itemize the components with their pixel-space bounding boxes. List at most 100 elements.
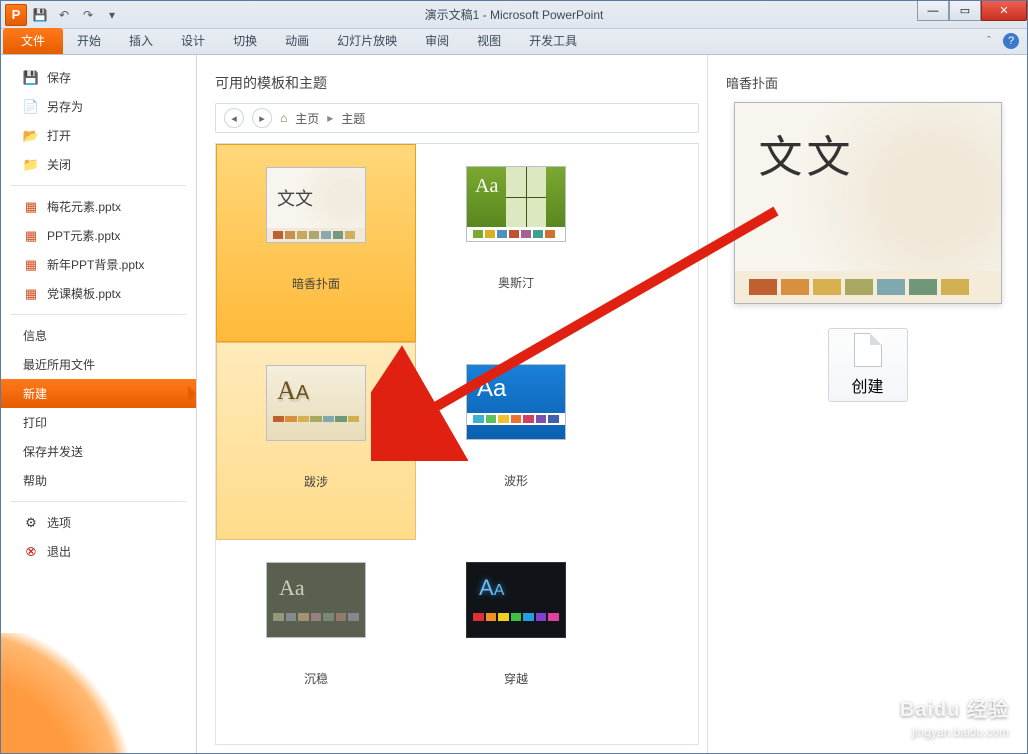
help-icon[interactable]: ? xyxy=(1003,33,1019,49)
watermark-url: jingyan.baidu.com xyxy=(900,724,1009,741)
watermark-brand: Baidu 经验 xyxy=(900,696,1009,724)
backstage-sidebar: 💾保存 📄另存为 📂打开 📁关闭 ▦梅花元素.pptx ▦PPT元素.pptx … xyxy=(1,55,197,753)
recent-file-2[interactable]: ▦新年PPT背景.pptx xyxy=(1,250,196,279)
preview-palette xyxy=(735,271,1001,303)
sidebar-exit[interactable]: ⮿退出 xyxy=(1,537,196,566)
separator xyxy=(11,501,186,502)
tab-animations[interactable]: 动画 xyxy=(271,28,323,54)
watermark: Baidu 经验 jingyan.baidu.com xyxy=(900,696,1009,741)
pptx-icon: ▦ xyxy=(23,199,39,215)
template-boxing[interactable]: Aa 波形 xyxy=(416,342,616,540)
palette xyxy=(267,228,365,242)
nav-forward-button[interactable]: ▸ xyxy=(252,108,272,128)
template-thumb: Aa xyxy=(466,166,566,242)
nav-back-button[interactable]: ◂ xyxy=(224,108,244,128)
sidebar-options[interactable]: ⚙选项 xyxy=(1,508,196,537)
backstage: 💾保存 📄另存为 📂打开 📁关闭 ▦梅花元素.pptx ▦PPT元素.pptx … xyxy=(1,55,1027,753)
close-button[interactable]: ✕ xyxy=(981,1,1027,21)
sidebar-close[interactable]: 📁关闭 xyxy=(1,150,196,179)
sidebar-saveas[interactable]: 📄另存为 xyxy=(1,92,196,121)
preview-title: 暗香扑面 xyxy=(726,73,778,92)
breadcrumb: ◂ ▸ ⌂ 主页 ▸ 主题 xyxy=(215,103,699,133)
saveas-icon: 📄 xyxy=(23,99,39,115)
recent-file-0[interactable]: ▦梅花元素.pptx xyxy=(1,192,196,221)
sidebar-help[interactable]: 帮助 xyxy=(1,466,196,495)
sidebar-new[interactable]: 新建 xyxy=(1,379,196,408)
options-icon: ⚙ xyxy=(23,515,39,531)
sample-text: 文文 xyxy=(267,168,365,228)
close-icon: 📁 xyxy=(23,157,39,173)
template-list[interactable]: 文文 暗香扑面 Aa 奥斯汀 xyxy=(215,143,699,745)
undo-icon[interactable]: ↶ xyxy=(53,4,75,26)
template-label: 暗香扑面 xyxy=(292,275,340,292)
template-label: 跋涉 xyxy=(304,473,328,490)
palette xyxy=(467,413,565,425)
recent-file-3[interactable]: ▦党课模板.pptx xyxy=(1,279,196,308)
separator xyxy=(11,314,186,315)
palette xyxy=(267,416,365,426)
window-title: 演示文稿1 - Microsoft PowerPoint xyxy=(1,6,1027,23)
pptx-icon: ▦ xyxy=(23,257,39,273)
tab-developer[interactable]: 开发工具 xyxy=(515,28,591,54)
app-icon[interactable]: P xyxy=(5,4,27,26)
palette xyxy=(467,613,565,625)
template-chuanyue[interactable]: AA 穿越 xyxy=(416,540,616,738)
minimize-ribbon-icon[interactable]: ˆ xyxy=(981,33,997,49)
tab-design[interactable]: 设计 xyxy=(167,28,219,54)
separator xyxy=(11,185,186,186)
tab-file[interactable]: 文件 xyxy=(3,28,63,54)
template-label: 沉稳 xyxy=(304,670,328,687)
qat-more-icon[interactable]: ▾ xyxy=(101,4,123,26)
backstage-main: 可用的模板和主题 ◂ ▸ ⌂ 主页 ▸ 主题 文文 暗香扑面 xyxy=(197,55,1027,753)
tab-view[interactable]: 视图 xyxy=(463,28,515,54)
sidebar-print[interactable]: 打印 xyxy=(1,408,196,437)
tab-review[interactable]: 审阅 xyxy=(411,28,463,54)
chevron-right-icon: ▸ xyxy=(327,111,333,125)
minimize-button[interactable]: — xyxy=(917,1,949,21)
preview-thumbnail: 文文 xyxy=(734,102,1002,304)
sidebar-open[interactable]: 📂打开 xyxy=(1,121,196,150)
create-button[interactable]: 创建 xyxy=(828,328,908,402)
template-thumb: AA xyxy=(466,562,566,638)
sidebar-save[interactable]: 💾保存 xyxy=(1,63,196,92)
template-thumb: 文文 xyxy=(266,167,366,243)
save-icon[interactable]: 💾 xyxy=(29,4,51,26)
preview-pane: 暗香扑面 文文 创建 xyxy=(707,55,1027,753)
breadcrumb-themes[interactable]: 主题 xyxy=(341,110,365,127)
exit-icon: ⮿ xyxy=(23,544,39,560)
maximize-button[interactable]: ▭ xyxy=(949,1,981,21)
template-thumb: AA xyxy=(266,365,366,441)
home-icon[interactable]: ⌂ xyxy=(280,111,287,125)
pptx-icon: ▦ xyxy=(23,286,39,302)
palette xyxy=(467,227,565,241)
sidebar-recent[interactable]: 最近所用文件 xyxy=(1,350,196,379)
breadcrumb-home[interactable]: 主页 xyxy=(295,110,319,127)
save-icon: 💾 xyxy=(23,70,39,86)
create-label: 创建 xyxy=(851,373,883,397)
preview-sample-text: 文文 xyxy=(735,103,1001,271)
quick-access-toolbar: P 💾 ↶ ↷ ▾ xyxy=(1,4,123,26)
templates-panel: 可用的模板和主题 ◂ ▸ ⌂ 主页 ▸ 主题 文文 暗香扑面 xyxy=(197,55,707,753)
template-bashe[interactable]: AA 跋涉 xyxy=(216,342,416,540)
template-chenwen[interactable]: Aa 沉稳 xyxy=(216,540,416,738)
palette xyxy=(267,613,365,625)
pptx-icon: ▦ xyxy=(23,228,39,244)
tab-insert[interactable]: 插入 xyxy=(115,28,167,54)
sidebar-save-send[interactable]: 保存并发送 xyxy=(1,437,196,466)
tab-home[interactable]: 开始 xyxy=(63,28,115,54)
decorative-wave xyxy=(1,633,197,753)
template-label: 奥斯汀 xyxy=(498,274,534,291)
template-label: 波形 xyxy=(504,472,528,489)
recent-file-1[interactable]: ▦PPT元素.pptx xyxy=(1,221,196,250)
template-thumb: Aa xyxy=(266,562,366,638)
document-icon xyxy=(854,333,882,367)
tab-transitions[interactable]: 切换 xyxy=(219,28,271,54)
template-anxiang[interactable]: 文文 暗香扑面 xyxy=(216,144,416,342)
sidebar-info[interactable]: 信息 xyxy=(1,321,196,350)
template-austin[interactable]: Aa 奥斯汀 xyxy=(416,144,616,342)
tab-slideshow[interactable]: 幻灯片放映 xyxy=(323,28,411,54)
section-title: 可用的模板和主题 xyxy=(215,73,699,93)
template-thumb: Aa xyxy=(466,364,566,440)
open-icon: 📂 xyxy=(23,128,39,144)
redo-icon[interactable]: ↷ xyxy=(77,4,99,26)
